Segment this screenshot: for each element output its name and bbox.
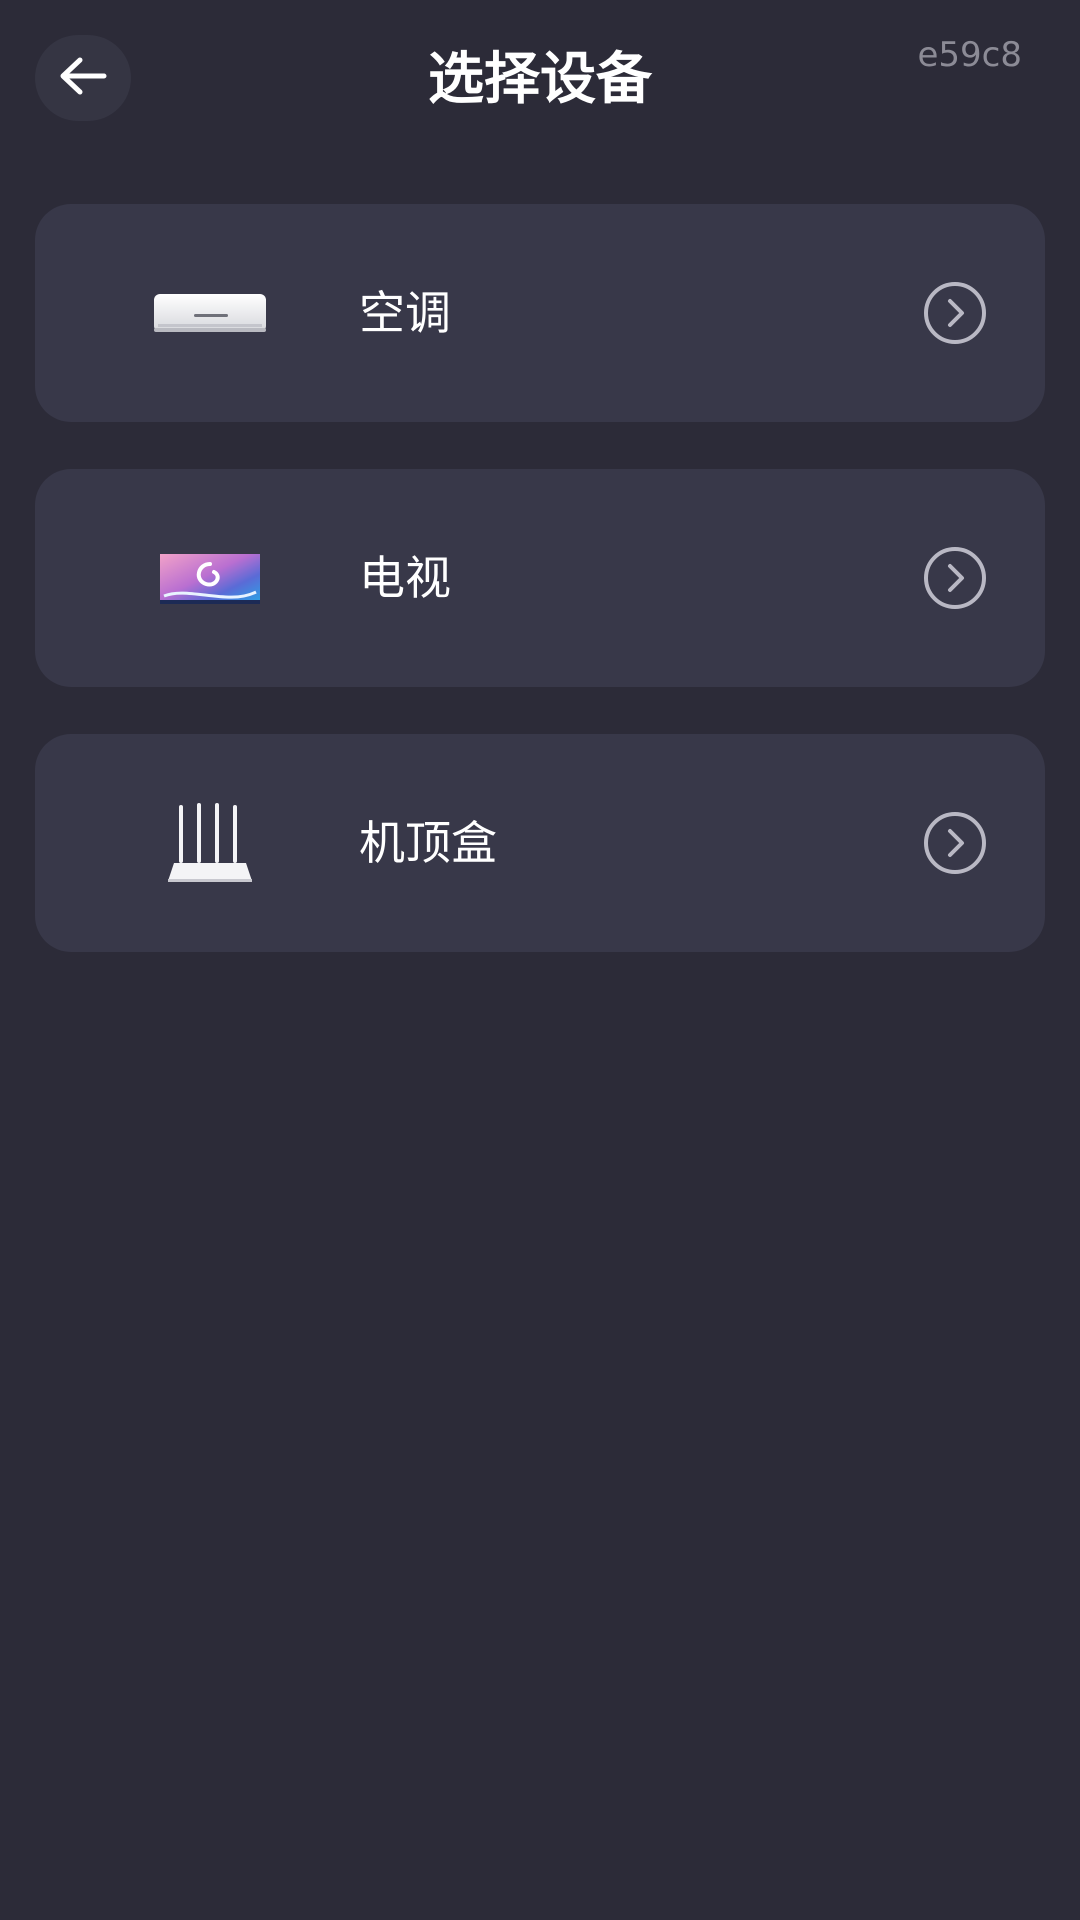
device-label: 空调 [359,286,451,340]
device-code: e59c8 [917,35,1022,75]
chevron-right-circle-icon [923,281,987,345]
device-label: 机顶盒 [359,816,497,870]
device-label: 电视 [359,551,451,605]
device-list: 空调 电视 机顶盒 [35,204,1045,999]
chevron-right-circle-icon [923,811,987,875]
device-item-air-conditioner[interactable]: 空调 [35,204,1045,422]
device-select-screen: 选择设备 e59c8 空调 电视 机顶盒 [0,0,1080,1920]
air-conditioner-icon [145,258,275,368]
set-top-box-icon [145,788,275,898]
television-icon [145,523,275,633]
device-item-set-top-box[interactable]: 机顶盒 [35,734,1045,952]
device-item-tv[interactable]: 电视 [35,469,1045,687]
chevron-right-circle-icon [923,546,987,610]
